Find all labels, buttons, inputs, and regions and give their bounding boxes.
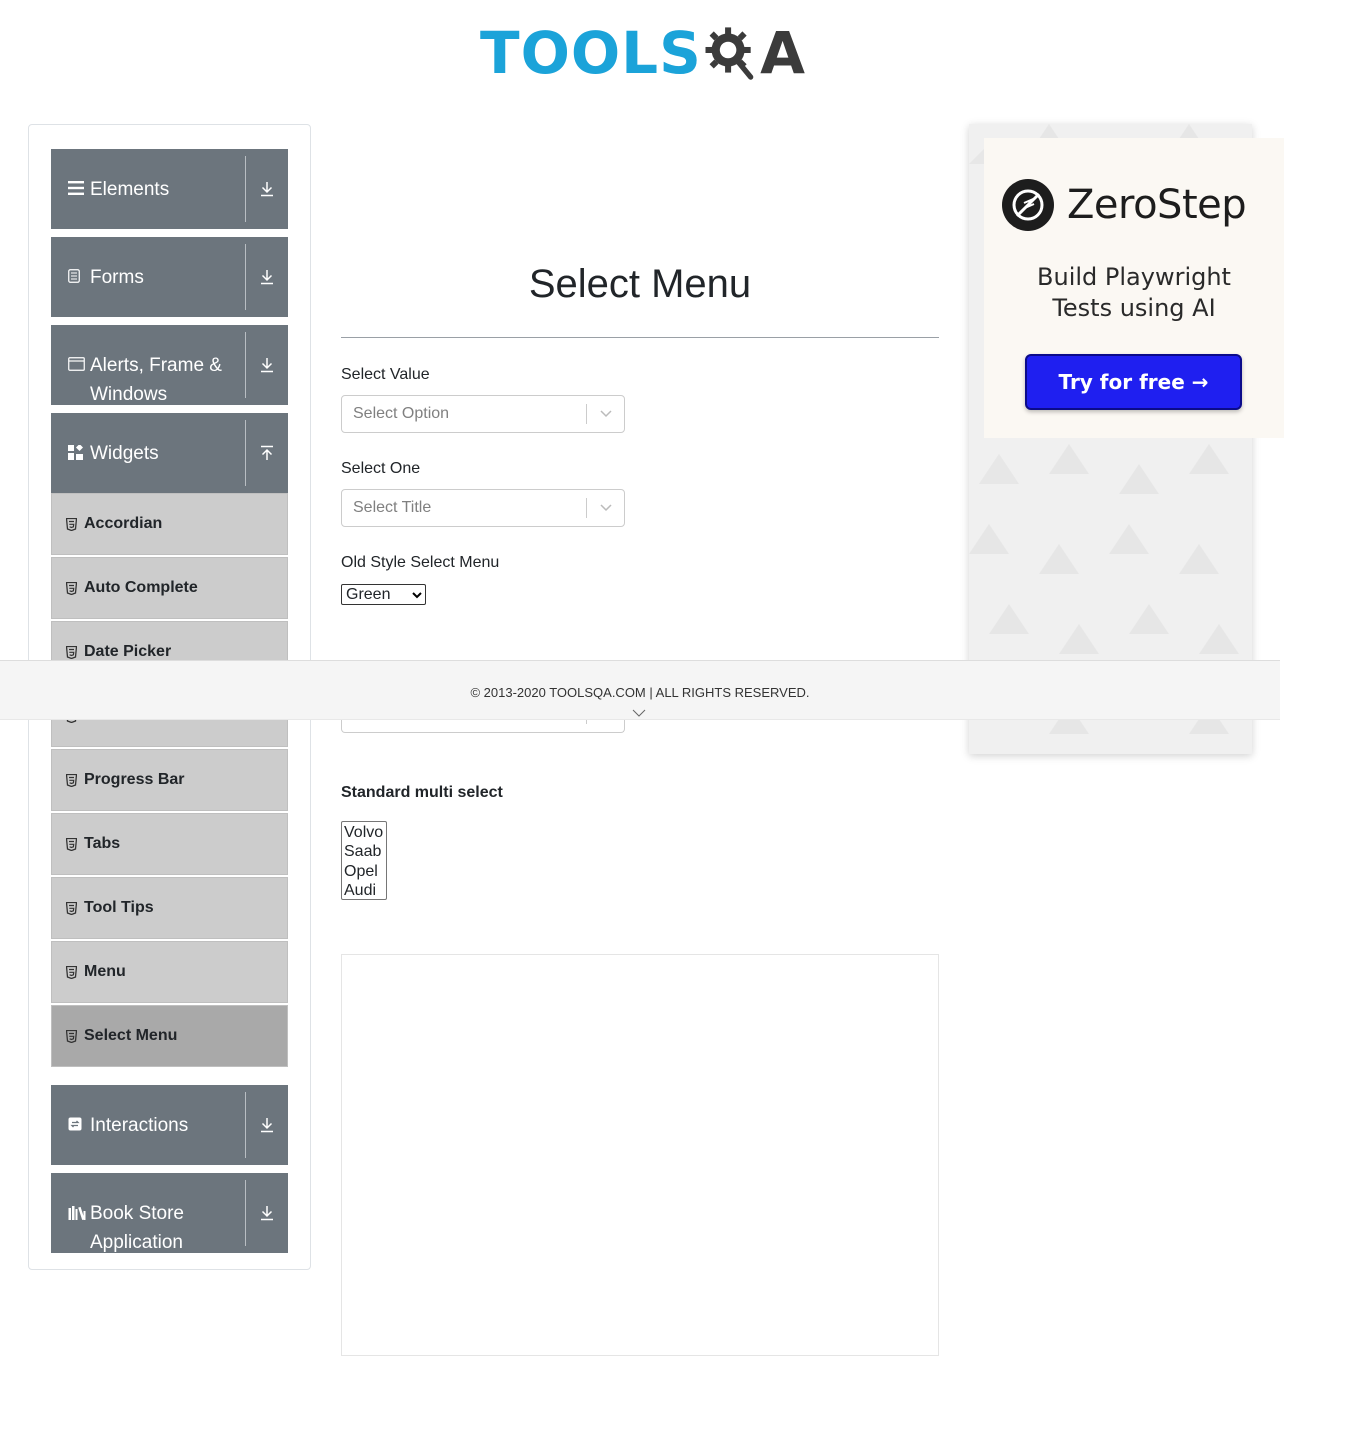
sidebar-group-book-store[interactable]: Book Store Application: [51, 1173, 288, 1253]
multi-select-option[interactable]: Opel: [344, 862, 384, 881]
widgets-icon: [68, 439, 90, 460]
books-icon: [68, 1199, 90, 1220]
footer-copyright: © 2013-2020 TOOLSQA.COM | ALL RIGHTS RES…: [470, 685, 810, 700]
sidebar-item-label: Select Menu: [84, 1027, 178, 1044]
sidebar-item-label: Tabs: [84, 835, 121, 852]
sidebar-item-label: Menu: [84, 963, 126, 980]
standard-multi-select[interactable]: Volvo Saab Opel Audi: [341, 821, 387, 900]
standard-multi-select-label: Standard multi select: [341, 784, 503, 801]
title-divider: [341, 337, 939, 338]
window-icon: [68, 351, 90, 371]
multi-select-option[interactable]: Audi: [344, 881, 384, 900]
sidebar-item-label: Accordian: [84, 515, 163, 532]
old-style-select-label: Old Style Select Menu: [341, 554, 500, 571]
html5-icon: [66, 773, 77, 787]
old-style-select[interactable]: Green: [341, 584, 426, 605]
interaction-icon: [68, 1111, 90, 1131]
ad-tagline-line-2: Tests using AI: [1052, 294, 1216, 322]
download-arrow-icon: [261, 1118, 273, 1133]
sidebar-group-label: Book Store Application: [90, 1203, 184, 1253]
download-arrow-icon: [261, 1206, 273, 1221]
html5-icon: [66, 901, 77, 915]
select-one-dropdown[interactable]: Select Title: [341, 489, 625, 527]
select-one-placeholder: Select Title: [353, 499, 432, 516]
sidebar-item-select-menu[interactable]: Select Menu: [51, 1005, 288, 1067]
sidebar-item-label: Progress Bar: [84, 771, 185, 788]
multi-select-option[interactable]: Volvo: [344, 823, 384, 842]
sidebar-group-alerts[interactable]: Alerts, Frame & Windows: [51, 325, 288, 405]
select-one-label: Select One: [341, 460, 421, 477]
toolsqa-logo[interactable]: TOOLS A: [480, 14, 806, 92]
download-arrow-icon: [261, 182, 273, 197]
sidebar-group-label: Elements: [90, 179, 170, 200]
html5-icon: [66, 645, 77, 659]
download-arrow-icon: [261, 270, 273, 285]
zerostep-logo-icon: [1002, 179, 1054, 231]
logo-text-tools: TOOLS: [480, 19, 702, 87]
sidebar-group-elements[interactable]: Elements: [51, 149, 288, 229]
multi-select-option[interactable]: Saab: [344, 842, 384, 861]
sidebar-group-forms[interactable]: Forms: [51, 237, 288, 317]
sidebar-item-accordian[interactable]: Accordian: [51, 493, 288, 555]
sidebar-group-label: Forms: [90, 267, 144, 288]
ad-frame-placeholder: [341, 954, 939, 1356]
chevron-down-icon[interactable]: [632, 705, 646, 720]
select-value-dropdown[interactable]: Select Option: [341, 395, 625, 433]
html5-icon: [66, 517, 77, 531]
sidebar-item-tool-tips[interactable]: Tool Tips: [51, 877, 288, 939]
ad-tagline: Build Playwright Tests using AI: [984, 262, 1284, 324]
sidebar-item-label: Date Picker: [84, 643, 172, 660]
zerostep-ad[interactable]: ZeroStep Build Playwright Tests using AI…: [984, 138, 1284, 438]
select-value-placeholder: Select Option: [353, 405, 450, 422]
page-title: Select Menu: [528, 262, 752, 306]
expand-toggle-button[interactable]: [245, 1092, 288, 1158]
page-footer: © 2013-2020 TOOLSQA.COM | ALL RIGHTS RES…: [0, 660, 1280, 720]
gear-magnifier-icon: [705, 27, 754, 80]
download-arrow-icon: [261, 358, 273, 373]
old-style-selected-value: Green: [346, 585, 391, 603]
zerostep-brand: ZeroStep: [1067, 182, 1247, 228]
sidebar-item-label: Tool Tips: [84, 899, 154, 916]
hamburger-icon: [68, 175, 90, 195]
sidebar-group-widgets[interactable]: Widgets: [51, 413, 288, 493]
sidebar-group-label: Widgets: [90, 443, 159, 464]
ad-tagline-line-1: Build Playwright: [1037, 263, 1231, 291]
expand-toggle-button[interactable]: [245, 244, 288, 310]
html5-icon: [66, 837, 77, 851]
expand-toggle-button[interactable]: [245, 156, 288, 222]
sidebar-group-interactions[interactable]: Interactions: [51, 1085, 288, 1165]
expand-toggle-button[interactable]: [245, 332, 288, 398]
upload-arrow-icon: [261, 445, 273, 460]
expand-toggle-button[interactable]: [245, 1180, 288, 1246]
chevron-down-icon[interactable]: [587, 410, 624, 418]
chevron-down-icon: [412, 586, 422, 604]
select-value-label: Select Value: [341, 366, 430, 383]
sidebar-item-auto-complete[interactable]: Auto Complete: [51, 557, 288, 619]
sidebar-item-menu[interactable]: Menu: [51, 941, 288, 1003]
html5-icon: [66, 581, 77, 595]
html5-icon: [66, 1029, 77, 1043]
sidebar-group-label: Alerts, Frame & Windows: [90, 355, 222, 405]
logo-text-a: A: [760, 19, 806, 87]
html5-icon: [66, 965, 77, 979]
collapse-toggle-button[interactable]: [245, 420, 288, 486]
sidebar-item-label: Auto Complete: [84, 579, 198, 596]
sidebar-item-progress-bar[interactable]: Progress Bar: [51, 749, 288, 811]
try-for-free-button[interactable]: Try for free →: [1025, 354, 1242, 410]
sidebar-item-tabs[interactable]: Tabs: [51, 813, 288, 875]
sidebar-group-label: Interactions: [90, 1115, 189, 1136]
chevron-down-icon[interactable]: [587, 504, 624, 512]
document-icon: [68, 263, 90, 283]
